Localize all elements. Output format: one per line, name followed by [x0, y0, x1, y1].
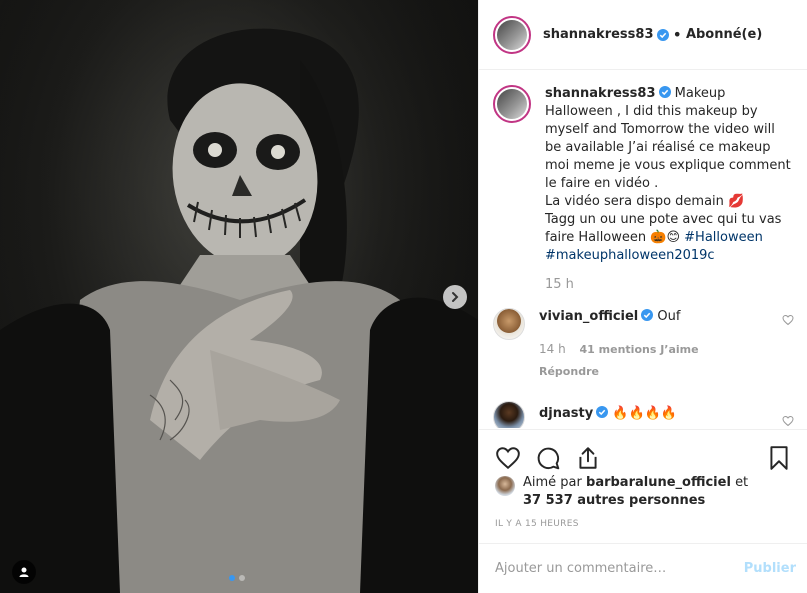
header-username[interactable]: shannakress83 — [543, 27, 654, 42]
like-comment-heart-icon[interactable] — [782, 415, 794, 427]
commenter-avatar[interactable] — [493, 308, 525, 340]
hashtag-link[interactable]: #makeuphalloween2019c — [545, 248, 715, 263]
chevron-right-icon — [452, 292, 459, 302]
post-details-panel: shannakress83 • Abonné(e) shannakress83 … — [478, 0, 807, 593]
post-header: shannakress83 • Abonné(e) — [479, 0, 807, 70]
likes-prefix: Aimé par — [523, 475, 582, 490]
post-actions — [479, 429, 807, 475]
comment-username[interactable]: vivian_officiel — [539, 309, 638, 324]
verified-badge-icon — [658, 86, 671, 98]
likes-others-link[interactable]: 37 537 autres personnes — [523, 493, 705, 508]
carousel-dot-active — [229, 575, 235, 581]
comment-body: djnasty 🔥🔥🔥🔥 — [539, 401, 677, 428]
verified-badge-icon — [596, 406, 609, 418]
add-comment-input[interactable] — [495, 561, 744, 576]
bookmark-icon[interactable] — [766, 445, 792, 471]
comment-text: 🔥🔥🔥🔥 — [612, 406, 678, 421]
header-separator: • — [672, 25, 682, 44]
comment-text: Ouf — [657, 309, 681, 324]
share-icon[interactable] — [575, 445, 601, 471]
likes-summary: Aimé par barbaralune_officiel et 37 537 … — [495, 474, 795, 510]
post-timestamp[interactable]: IL Y A 15 HEURES — [495, 519, 579, 529]
comment-bubble-icon[interactable] — [535, 445, 561, 471]
likes-text: Aimé par barbaralune_officiel et 37 537 … — [523, 474, 748, 510]
follow-button[interactable]: Abonné(e) — [686, 27, 762, 42]
caption-avatar[interactable] — [493, 85, 531, 123]
carousel-indicator — [229, 575, 245, 581]
hashtag-link[interactable]: #Halloween — [684, 230, 763, 245]
tagged-users-button[interactable] — [12, 560, 36, 584]
likes-conj: et — [735, 475, 749, 490]
halloween-photo — [0, 0, 478, 593]
caption-username[interactable]: shannakress83 — [545, 86, 656, 101]
next-image-button[interactable] — [443, 285, 467, 309]
commenter-avatar[interactable] — [493, 401, 525, 428]
like-comment-heart-icon[interactable] — [782, 314, 794, 326]
comment-time[interactable]: 14 h — [539, 342, 566, 356]
caption-body: Makeup Halloween , I did this makeup by … — [545, 86, 791, 191]
comment-body: vivian_officiel Ouf 14 h 41 mentions J’a… — [539, 308, 699, 381]
comment-likes[interactable]: 41 mentions J’aime — [580, 343, 699, 356]
caption-text: shannakress83 Makeup Halloween , I did t… — [545, 85, 794, 265]
comments-section[interactable]: shannakress83 Makeup Halloween , I did t… — [479, 71, 807, 428]
caption-video-line: La vidéo sera dispo demain 💋 — [545, 194, 745, 209]
comment-username[interactable]: djnasty — [539, 406, 593, 421]
caption: shannakress83 Makeup Halloween , I did t… — [493, 85, 794, 265]
comment-item: vivian_officiel Ouf 14 h 41 mentions J’a… — [493, 308, 794, 381]
user-icon — [19, 567, 29, 577]
verified-badge-icon — [641, 309, 654, 321]
add-comment-bar: Publier — [479, 543, 807, 593]
like-heart-icon[interactable] — [495, 445, 521, 471]
liker-username[interactable]: barbaralune_officiel — [586, 475, 731, 490]
avatar[interactable] — [493, 15, 531, 54]
caption-time[interactable]: 15 h — [545, 277, 794, 292]
comment-item: djnasty 🔥🔥🔥🔥 — [493, 401, 794, 428]
comment-meta: 14 h 41 mentions J’aime — [539, 340, 699, 359]
post-image[interactable] — [0, 0, 478, 593]
reply-button[interactable]: Répondre — [539, 363, 699, 381]
verified-badge-icon — [656, 28, 669, 41]
liker-avatar[interactable] — [495, 476, 515, 496]
publish-button[interactable]: Publier — [744, 561, 796, 576]
carousel-dot — [239, 575, 245, 581]
